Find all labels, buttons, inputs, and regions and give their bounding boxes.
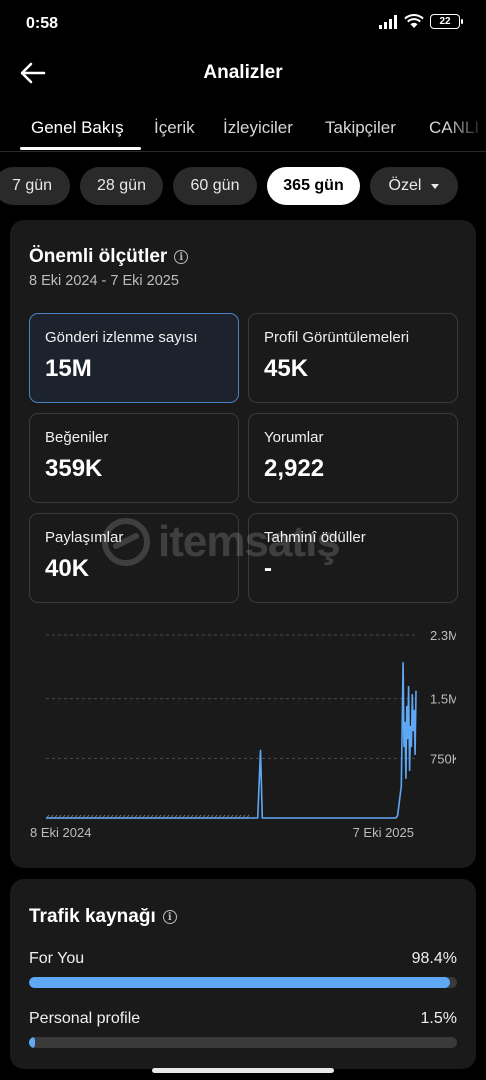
key-metrics-card: Önemli ölçütler i 8 Eki 2024 - 7 Eki 202… bbox=[10, 220, 476, 868]
signal-icon bbox=[379, 14, 397, 29]
metric-label: Profil Görüntülemeleri bbox=[264, 329, 410, 346]
range-chip-label: Özel bbox=[388, 177, 422, 194]
wifi-icon bbox=[404, 14, 424, 28]
y-tick-label: 2.3M bbox=[430, 628, 456, 643]
traffic-title: Trafik kaynağı i bbox=[29, 906, 177, 928]
date-range: 8 Eki 2024 - 7 Eki 2025 bbox=[29, 273, 179, 289]
metric-value: 45K bbox=[264, 355, 309, 382]
metric-value: 2,922 bbox=[264, 455, 325, 482]
range-chip-label: 7 gün bbox=[11, 177, 53, 194]
metric-likes[interactable]: Beğeniler 359K bbox=[29, 413, 239, 503]
range-chip-label: 365 gün bbox=[283, 177, 344, 194]
range-chip-28[interactable]: 28 gün bbox=[80, 167, 163, 205]
x-tick-label: 8 Eki 2024 bbox=[30, 825, 91, 840]
traffic-bar-fill bbox=[29, 977, 451, 988]
status-icons: 22 bbox=[379, 14, 463, 29]
chart-series bbox=[46, 662, 417, 819]
metric-value: 40K bbox=[45, 555, 90, 582]
y-tick-label: 1.5M bbox=[430, 692, 456, 707]
tab-followers[interactable]: Takipçiler bbox=[325, 118, 396, 138]
x-tick-label: 7 Eki 2025 bbox=[353, 825, 414, 840]
metric-comments[interactable]: Yorumlar 2,922 bbox=[248, 413, 458, 503]
tabs-fade bbox=[446, 108, 486, 151]
date-range-chips: 7 gün 28 gün 60 gün 365 gün Özel bbox=[0, 167, 486, 205]
metric-label: Tahminî ödüller bbox=[264, 529, 366, 546]
traffic-label-for-you: For You bbox=[29, 950, 85, 967]
metric-label: Paylaşımlar bbox=[45, 529, 124, 546]
traffic-source-card: Trafik kaynağı i For You 98.4% Personal … bbox=[10, 879, 476, 1069]
chart-y-ticks: 750K 1.5M 2.3M bbox=[430, 628, 456, 766]
chevron-down-icon bbox=[431, 183, 440, 189]
info-icon[interactable]: i bbox=[162, 910, 177, 924]
chart-x-ticks: 8 Eki 2024 7 Eki 2025 bbox=[30, 825, 414, 840]
range-chip-label: 28 gün bbox=[97, 177, 146, 194]
key-metrics-title-text: Önemli ölçütler bbox=[29, 246, 168, 267]
metric-post-views[interactable]: Gönderi izlenme sayısı 15M bbox=[29, 313, 239, 403]
active-tab-indicator bbox=[20, 147, 141, 150]
status-bar: 0:58 22 bbox=[0, 0, 486, 48]
metric-label: Yorumlar bbox=[264, 429, 324, 446]
metric-label: Gönderi izlenme sayısı bbox=[45, 329, 198, 346]
traffic-label-personal-profile: Personal profile bbox=[29, 1010, 141, 1027]
chart-grid bbox=[46, 634, 416, 759]
header: Analizler bbox=[0, 48, 486, 100]
series-line bbox=[46, 662, 417, 819]
home-indicator bbox=[152, 1068, 334, 1073]
tab-bar: Genel Bakış İçerik İzleyiciler Takipçile… bbox=[0, 108, 486, 152]
metric-profile-views[interactable]: Profil Görüntülemeleri 45K bbox=[248, 313, 458, 403]
status-time: 0:58 bbox=[26, 15, 59, 32]
range-chip-60[interactable]: 60 gün bbox=[173, 167, 257, 205]
range-chip-7[interactable]: 7 gün bbox=[0, 167, 70, 205]
metric-shares[interactable]: Paylaşımlar 40K bbox=[29, 513, 239, 603]
key-metrics-title: Önemli ölçütler i bbox=[29, 246, 189, 268]
traffic-value-personal-profile: 1.5% bbox=[420, 1010, 457, 1027]
metric-value: 15M bbox=[45, 355, 92, 382]
page-title: Analizler bbox=[203, 62, 283, 83]
traffic-bar-for-you bbox=[29, 977, 457, 988]
traffic-bar-fill bbox=[29, 1037, 36, 1048]
info-icon[interactable]: i bbox=[174, 250, 189, 264]
tab-content[interactable]: İçerik bbox=[154, 118, 195, 138]
traffic-title-text: Trafik kaynağı bbox=[29, 906, 156, 927]
range-chip-label: 60 gün bbox=[190, 177, 240, 194]
battery-level: 22 bbox=[439, 16, 451, 27]
traffic-bar-personal-profile bbox=[29, 1037, 457, 1048]
battery-icon: 22 bbox=[430, 14, 463, 29]
y-tick-label: 750K bbox=[430, 751, 456, 766]
traffic-value-for-you: 98.4% bbox=[411, 950, 457, 967]
range-chip-365[interactable]: 365 gün bbox=[267, 167, 360, 205]
views-line-chart: 750K 1.5M 2.3M 8 Eki 2024 7 Eki 2025 bbox=[30, 628, 456, 840]
metric-value: - bbox=[264, 555, 272, 582]
metric-value: 359K bbox=[45, 455, 103, 482]
tab-viewers[interactable]: İzleyiciler bbox=[223, 118, 293, 138]
metric-label: Beğeniler bbox=[45, 429, 109, 446]
tab-overview[interactable]: Genel Bakış bbox=[31, 118, 124, 138]
range-chip-custom[interactable]: Özel bbox=[370, 167, 458, 205]
metric-estimated-rewards[interactable]: Tahminî ödüller - bbox=[248, 513, 458, 603]
